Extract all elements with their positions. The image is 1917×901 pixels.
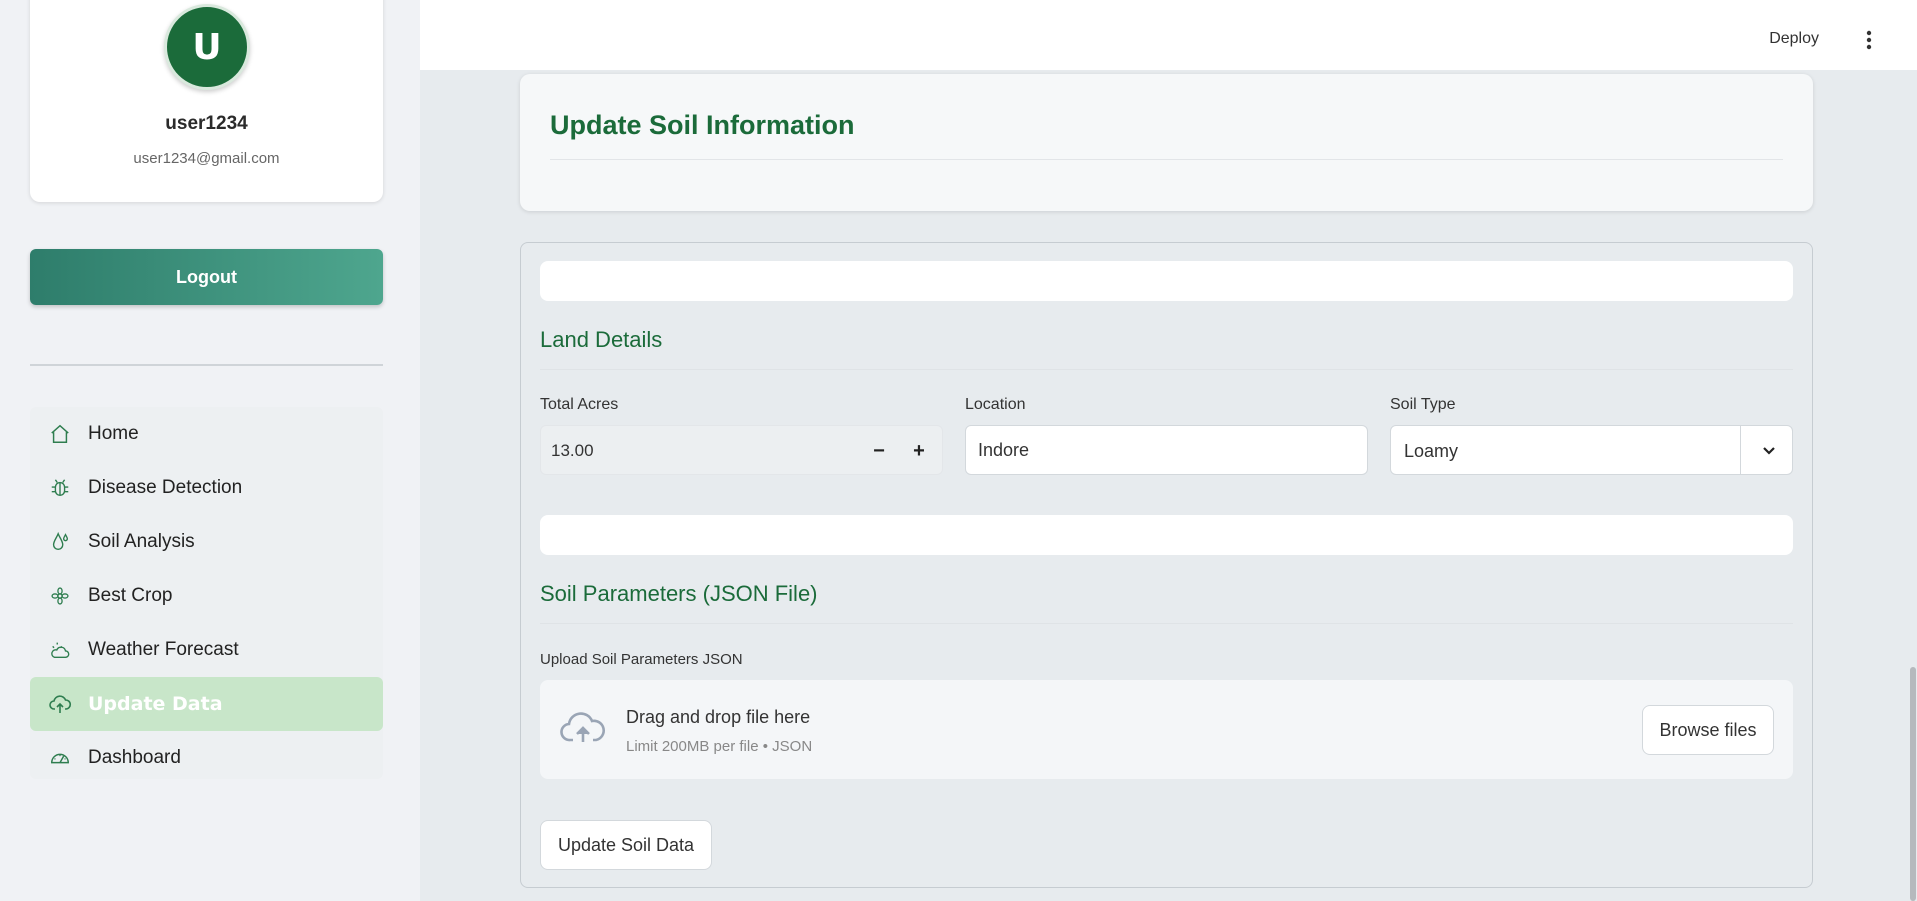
dropzone-title: Drag and drop file here [626, 707, 811, 727]
upload-label: Upload Soil Parameters JSON [540, 651, 743, 668]
location-value[interactable]: Indore [978, 440, 1029, 461]
sidebar-item-label: Dashboard [88, 747, 181, 768]
sidebar-item-weather-forecast[interactable]: Weather Forecast [30, 623, 383, 677]
sidebar-item-disease-detection[interactable]: Disease Detection [30, 461, 383, 515]
total-acres-stepper[interactable]: 13.00 − + [540, 425, 943, 475]
spacer-bar [540, 261, 1793, 301]
section-divider [540, 623, 1793, 624]
sidebar-item-label: Soil Analysis [88, 531, 195, 552]
land-details-heading: Land Details [540, 327, 663, 352]
kebab-menu-icon[interactable] [1859, 29, 1879, 51]
bug-icon [48, 476, 72, 500]
browse-files-button[interactable]: Browse files [1642, 705, 1774, 755]
droplet-icon [48, 530, 72, 554]
title-card: Update Soil Information [520, 74, 1813, 211]
total-acres-value[interactable]: 13.00 [551, 441, 594, 461]
sidebar-divider [30, 364, 383, 366]
profile-username: user1234 [165, 113, 248, 134]
sidebar-item-update-data[interactable]: Update Data [30, 677, 383, 731]
title-divider [550, 159, 1783, 160]
soil-type-select[interactable]: Loamy [1390, 425, 1793, 475]
soil-type-value[interactable]: Loamy [1404, 441, 1458, 462]
flower-icon [48, 584, 72, 608]
top-header: Deploy [420, 0, 1917, 70]
logout-button[interactable]: Logout [30, 249, 383, 305]
increment-button[interactable]: + [904, 436, 934, 466]
sidebar-item-label: Update Data [88, 693, 223, 715]
sidebar-item-home[interactable]: Home [30, 407, 383, 461]
soil-type-label: Soil Type [1390, 396, 1456, 413]
sidebar-nav: Home Disease Detection Soil Analysis Bes… [30, 407, 383, 779]
avatar: U [164, 4, 250, 90]
scrollbar[interactable] [1909, 70, 1917, 901]
speedometer-icon [48, 746, 72, 770]
sidebar-item-label: Best Crop [88, 585, 173, 606]
sidebar-item-best-crop[interactable]: Best Crop [30, 569, 383, 623]
home-icon [48, 422, 72, 446]
spacer-bar [540, 515, 1793, 555]
location-label: Location [965, 396, 1026, 413]
profile-card: U user1234 user1234@gmail.com [30, 0, 383, 202]
cloud-sun-icon [48, 638, 72, 662]
sidebar-item-soil-analysis[interactable]: Soil Analysis [30, 515, 383, 569]
sidebar: U user1234 user1234@gmail.com Logout Hom… [0, 0, 420, 901]
total-acres-label: Total Acres [540, 396, 619, 413]
scrollbar-thumb[interactable] [1910, 667, 1916, 901]
sidebar-item-label: Home [88, 423, 139, 444]
cloud-upload-icon [559, 710, 607, 746]
chevron-down-icon[interactable] [1756, 438, 1782, 464]
file-dropzone[interactable]: Drag and drop file here Limit 200MB per … [540, 680, 1793, 779]
deploy-button[interactable]: Deploy [1769, 30, 1819, 48]
section-divider [540, 369, 1793, 370]
update-soil-data-button[interactable]: Update Soil Data [540, 820, 712, 870]
select-separator [1740, 426, 1741, 474]
cloud-upload-icon [48, 692, 72, 716]
sidebar-item-label: Disease Detection [88, 477, 243, 498]
dropzone-limit: Limit 200MB per file • JSON [626, 738, 813, 755]
profile-email: user1234@gmail.com [133, 150, 280, 167]
location-field[interactable]: Indore [965, 425, 1368, 475]
sidebar-item-label: Weather Forecast [88, 639, 239, 660]
soil-form: Land Details Total Acres Location Soil T… [520, 242, 1813, 888]
decrement-button[interactable]: − [864, 436, 894, 466]
page-title: Update Soil Information [550, 110, 855, 140]
soil-params-heading: Soil Parameters (JSON File) [540, 581, 818, 606]
sidebar-item-dashboard[interactable]: Dashboard [30, 731, 383, 785]
